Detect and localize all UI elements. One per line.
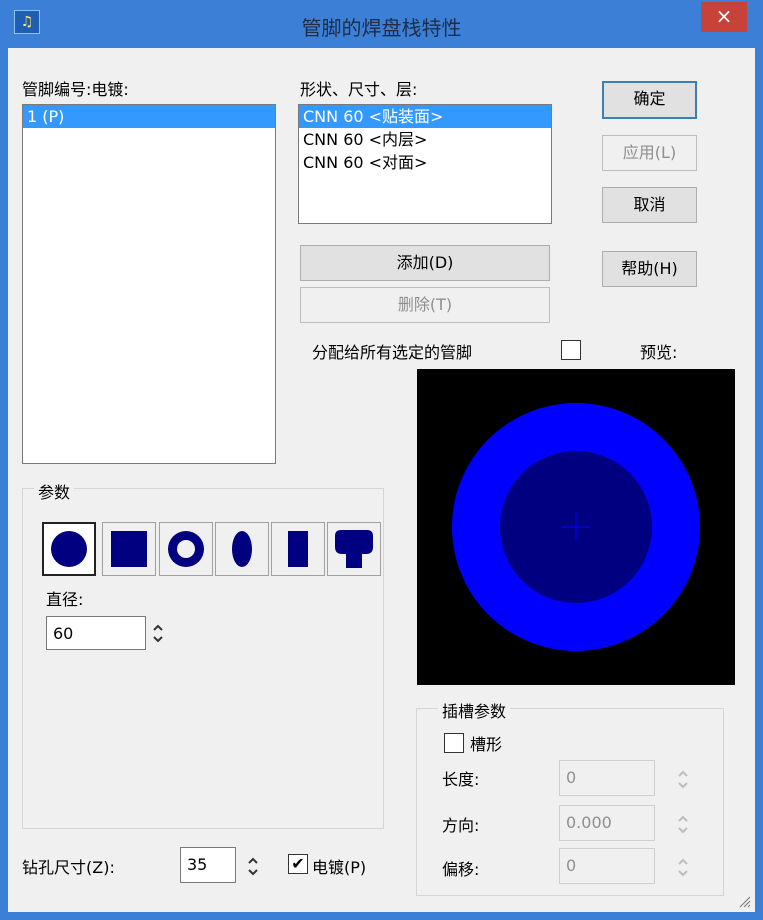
title-bar[interactable]: ♫ 管脚的焊盘栈特性 × (0, 0, 763, 48)
preview-panel (417, 369, 735, 685)
annular-shape-button[interactable] (159, 522, 213, 576)
square-shape-icon (111, 531, 147, 567)
pin-list-item[interactable]: 1 (P) (23, 105, 275, 128)
layers-list[interactable]: CNN 60 <贴装面> CNN 60 <内层> CNN 60 <对面> (298, 104, 552, 224)
drill-size-label: 钻孔尺寸(Z): (22, 858, 115, 877)
offset-label: 偏移: (442, 860, 480, 879)
diameter-spinner-icon[interactable] (150, 616, 166, 650)
diameter-label: 直径: (46, 590, 84, 609)
pin-list-label: 管脚编号:电镀: (22, 80, 129, 99)
layer-item-inner[interactable]: CNN 60 <内层> (299, 128, 551, 151)
pad-preview (452, 403, 700, 651)
annular-shape-icon (168, 531, 204, 567)
custom-shape-button[interactable] (327, 522, 381, 576)
custom-shape-icon (335, 530, 373, 568)
assign-all-checkbox[interactable] (561, 340, 581, 360)
help-button[interactable]: 帮助(H) (602, 251, 697, 287)
add-button[interactable]: 添加(D) (300, 245, 550, 281)
layer-item-top[interactable]: CNN 60 <贴装面> (299, 105, 551, 128)
diameter-input[interactable]: 60 (46, 616, 146, 650)
parameters-title: 参数 (34, 479, 75, 503)
drill-size-input[interactable]: 35 (180, 847, 236, 883)
offset-input: 0 (559, 848, 655, 884)
round-shape-button[interactable] (42, 522, 96, 576)
dialog-window: ♫ 管脚的焊盘栈特性 × 管脚编号:电镀: 1 (P) 形状、尺寸、层: CNN… (0, 0, 763, 920)
direction-spinner-icon (678, 815, 688, 834)
apply-button: 应用(L) (602, 135, 697, 171)
assign-all-label: 分配给所有选定的管脚 (312, 343, 473, 362)
resize-grip-icon[interactable] (735, 892, 751, 908)
direction-input: 0.000 (559, 805, 655, 841)
ok-button[interactable]: 确定 (602, 81, 697, 119)
length-spinner-icon (678, 770, 688, 789)
layer-item-opposite[interactable]: CNN 60 <对面> (299, 151, 551, 174)
layers-label: 形状、尺寸、层: (300, 80, 418, 99)
delete-button: 删除(T) (300, 287, 550, 323)
plated-label: 电镀(P) (312, 858, 367, 877)
dialog-client-area: 管脚编号:电镀: 1 (P) 形状、尺寸、层: CNN 60 <贴装面> CNN… (8, 48, 755, 912)
slot-parameters-title: 插槽参数 (438, 698, 511, 722)
slot-checkbox[interactable] (444, 733, 464, 753)
offset-spinner-icon (678, 858, 688, 877)
rectangle-shape-button[interactable] (271, 522, 325, 576)
rectangle-shape-icon (288, 531, 308, 567)
drill-size-spinner-icon[interactable] (245, 849, 261, 883)
oval-shape-icon (232, 531, 252, 567)
preview-label: 预览: (640, 343, 678, 362)
length-input: 0 (559, 760, 655, 796)
round-shape-icon (51, 531, 87, 567)
pin-list[interactable]: 1 (P) (22, 104, 276, 464)
oval-shape-button[interactable] (215, 522, 269, 576)
plated-checkbox[interactable]: ✔ (288, 854, 308, 874)
close-icon: × (715, 4, 733, 28)
length-label: 长度: (442, 770, 480, 789)
slot-label: 槽形 (470, 735, 503, 754)
direction-label: 方向: (442, 816, 480, 835)
cancel-button[interactable]: 取消 (602, 187, 697, 223)
window-title: 管脚的焊盘栈特性 (301, 16, 462, 40)
square-shape-button[interactable] (102, 522, 156, 576)
close-button[interactable]: × (701, 2, 747, 32)
